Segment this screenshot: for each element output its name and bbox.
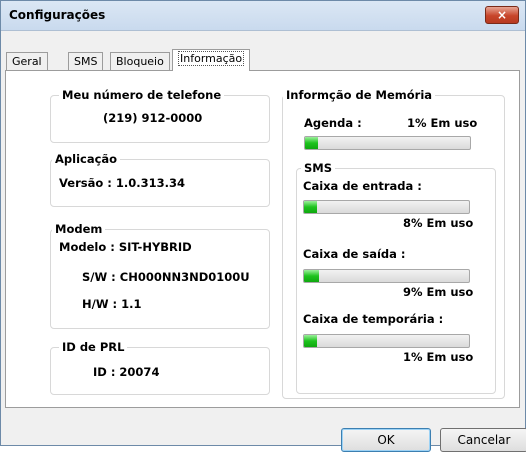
cancel-button[interactable]: Cancelar [440, 428, 526, 452]
modem-hardware-version: H/W : 1.1 [82, 297, 142, 311]
outbox-progress-bar [303, 269, 470, 283]
inbox-progress-bar [303, 200, 470, 214]
window-title: Configurações [9, 8, 106, 22]
modem-heading: Modem [52, 222, 106, 236]
prl-id-value: ID : 20074 [93, 365, 160, 379]
outbox-progress-fill [304, 270, 319, 282]
modem-model: Modelo : SIT-HYBRID [59, 240, 192, 254]
ok-button[interactable]: OK [341, 428, 431, 452]
temporary-progress-bar [303, 334, 470, 348]
inbox-usage: 8% Em uso [403, 216, 474, 230]
agenda-progress-bar [304, 136, 471, 150]
phone-number-group: Meu número de telefone (219) 912-0000 [50, 88, 270, 143]
information-panel: Meu número de telefone (219) 912-0000 Ap… [5, 70, 520, 408]
prl-group: ID de PRL ID : 20074 [50, 340, 270, 395]
agenda-usage: 1% Em uso [407, 116, 478, 130]
memory-info-group: Informção de Memória Agenda : 1% Em uso … [282, 88, 505, 399]
inbox-progress-fill [304, 201, 318, 213]
version-value: Versão : 1.0.313.34 [59, 176, 185, 190]
inbox-label: Caixa de entrada : [303, 179, 422, 193]
phone-number-heading: Meu número de telefone [59, 88, 225, 102]
settings-dialog: Configurações × Geral SMS Bloqueio Infor… [0, 0, 526, 452]
tab-label: Bloqueio [116, 55, 164, 68]
memory-info-heading: Informção de Memória [283, 88, 436, 102]
temporary-usage: 1% Em uso [403, 350, 474, 364]
modem-group: Modem Modelo : SIT-HYBRID S/W : CH000NN3… [50, 222, 270, 329]
modem-software-version: S/W : CH000NN3ND0100U [82, 270, 250, 284]
tab-geral[interactable]: Geral [6, 52, 48, 70]
tab-label: Geral [12, 55, 42, 68]
outbox-usage: 9% Em uso [403, 285, 474, 299]
agenda-label: Agenda : [304, 116, 362, 130]
title-bar[interactable]: Configurações × [1, 1, 525, 31]
tab-informacao[interactable]: Informação [172, 49, 251, 71]
tab-label: Informação [178, 51, 245, 66]
agenda-progress-fill [305, 137, 319, 149]
tab-sms[interactable]: SMS [68, 52, 104, 70]
application-group: Aplicação Versão : 1.0.313.34 [50, 152, 270, 207]
close-button[interactable]: × [485, 6, 519, 24]
phone-number-value: (219) 912-0000 [103, 111, 203, 125]
close-icon: × [496, 8, 508, 22]
prl-heading: ID de PRL [59, 340, 128, 354]
tab-bloqueio[interactable]: Bloqueio [110, 52, 170, 70]
sms-memory-group: SMS Caixa de entrada : 8% Em uso Caixa d… [296, 161, 496, 394]
temporary-label: Caixa de temporária : [303, 312, 444, 326]
temporary-progress-fill [304, 335, 318, 347]
sms-memory-heading: SMS [301, 161, 336, 175]
outbox-label: Caixa de saída : [303, 247, 406, 261]
application-heading: Aplicação [52, 152, 121, 166]
tab-label: SMS [74, 55, 98, 68]
